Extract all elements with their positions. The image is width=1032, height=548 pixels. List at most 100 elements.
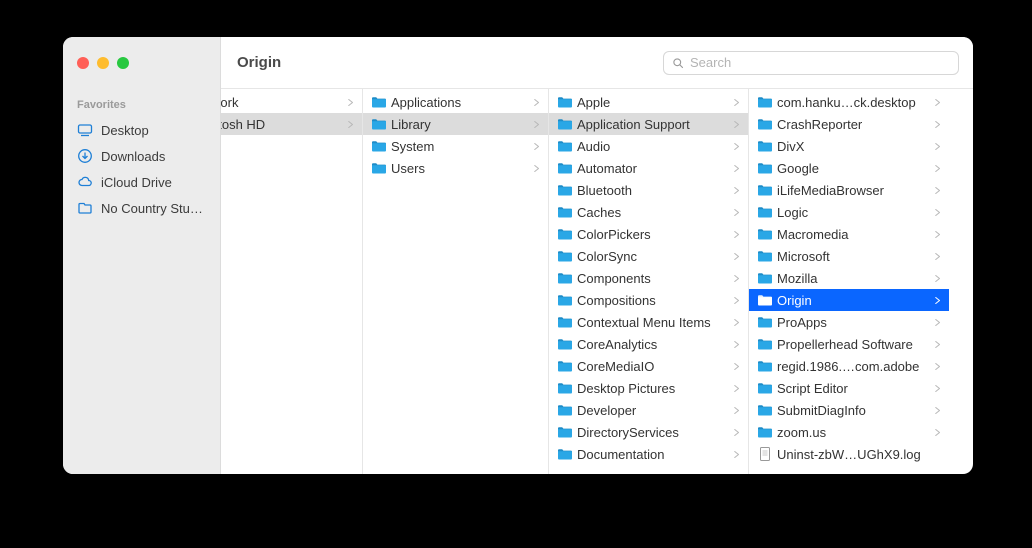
item-label: Users — [391, 161, 528, 176]
item-automator[interactable]: Automator — [549, 157, 748, 179]
item-zoom-us[interactable]: zoom.us — [749, 421, 949, 443]
item-apple[interactable]: Apple — [549, 91, 748, 113]
folder-icon — [757, 249, 773, 263]
folder-icon — [757, 139, 773, 153]
chevron-right-icon — [933, 340, 943, 349]
item-origin[interactable]: Origin — [749, 289, 949, 311]
close-button[interactable] — [77, 57, 89, 69]
chevron-right-icon — [933, 186, 943, 195]
folder-icon — [371, 95, 387, 109]
folder-icon — [757, 381, 773, 395]
search-input[interactable] — [690, 55, 950, 70]
item-contextual-menu-items[interactable]: Contextual Menu Items — [549, 311, 748, 333]
item-coremediaio[interactable]: CoreMediaIO — [549, 355, 748, 377]
item-components[interactable]: Components — [549, 267, 748, 289]
item-label: Audio — [577, 139, 728, 154]
item-caches[interactable]: Caches — [549, 201, 748, 223]
item-library[interactable]: Library — [363, 113, 548, 135]
item-label: Microsoft — [777, 249, 929, 264]
chevron-right-icon — [732, 274, 742, 283]
folder-icon — [757, 425, 773, 439]
item-divx[interactable]: DivX — [749, 135, 949, 157]
chevron-right-icon — [732, 142, 742, 151]
search-icon — [672, 57, 684, 69]
search-field[interactable] — [663, 51, 959, 75]
item-documentation[interactable]: Documentation — [549, 443, 748, 465]
sidebar-item-label: iCloud Drive — [101, 175, 172, 190]
folder-icon — [757, 95, 773, 109]
folder-icon — [757, 271, 773, 285]
item-directoryservices[interactable]: DirectoryServices — [549, 421, 748, 443]
item-label: Application Support — [577, 117, 728, 132]
sidebar-item-no-country-studio[interactable]: No Country Studio — [63, 195, 220, 221]
item-label: regid.1986.…com.adobe — [777, 359, 929, 374]
folder-icon — [557, 359, 573, 373]
item-colorpickers[interactable]: ColorPickers — [549, 223, 748, 245]
item-colorsync[interactable]: ColorSync — [549, 245, 748, 267]
item-proapps[interactable]: ProApps — [749, 311, 949, 333]
sidebar-item-desktop[interactable]: Desktop — [63, 117, 220, 143]
chevron-right-icon — [732, 208, 742, 217]
item-propellerhead-software[interactable]: Propellerhead Software — [749, 333, 949, 355]
item-label: Caches — [577, 205, 728, 220]
chevron-right-icon — [933, 252, 943, 261]
chevron-right-icon — [732, 186, 742, 195]
item-label: DirectoryServices — [577, 425, 728, 440]
item-label: ColorSync — [577, 249, 728, 264]
chevron-right-icon — [732, 296, 742, 305]
item-logic[interactable]: Logic — [749, 201, 949, 223]
chevron-right-icon — [732, 450, 742, 459]
chevron-right-icon — [933, 296, 943, 305]
item-bluetooth[interactable]: Bluetooth — [549, 179, 748, 201]
item-label: Desktop Pictures — [577, 381, 728, 396]
item-uninst-log[interactable]: Uninst-zbW…UGhX9.log — [749, 443, 949, 465]
item-microsoft[interactable]: Microsoft — [749, 245, 949, 267]
chevron-right-icon — [933, 384, 943, 393]
item-audio[interactable]: Audio — [549, 135, 748, 157]
item-label: ntosh HD — [221, 117, 342, 132]
item-macromedia[interactable]: Macromedia — [749, 223, 949, 245]
folder-icon — [757, 227, 773, 241]
folder-icon — [557, 139, 573, 153]
item-application-support[interactable]: Application Support — [549, 113, 748, 135]
item-label: ProApps — [777, 315, 929, 330]
item-label: CrashReporter — [777, 117, 929, 132]
item-script-editor[interactable]: Script Editor — [749, 377, 949, 399]
item-coreanalytics[interactable]: CoreAnalytics — [549, 333, 748, 355]
sidebar-item-icloud-drive[interactable]: iCloud Drive — [63, 169, 220, 195]
cloud-icon — [77, 174, 93, 190]
item-mozilla[interactable]: Mozilla — [749, 267, 949, 289]
column-3: com.hanku…ck.desktop CrashReporter DivXGoo… — [749, 89, 949, 474]
item-applications[interactable]: Applications — [363, 91, 548, 113]
minimize-button[interactable] — [97, 57, 109, 69]
item-com-hanku[interactable]: com.hanku…ck.desktop — [749, 91, 949, 113]
chevron-right-icon — [933, 164, 943, 173]
item-system[interactable]: System — [363, 135, 548, 157]
item-label: Propellerhead Software — [777, 337, 929, 352]
item-ilifemediabrowser[interactable]: iLifeMediaBrowser — [749, 179, 949, 201]
item-crashreporter[interactable]: CrashReporter — [749, 113, 949, 135]
chevron-right-icon — [346, 98, 356, 107]
chevron-right-icon — [732, 428, 742, 437]
zoom-button[interactable] — [117, 57, 129, 69]
item-compositions[interactable]: Compositions — [549, 289, 748, 311]
column-1: ApplicationsLibrarySystem Users — [363, 89, 549, 474]
item-macintosh-hd[interactable]: ntosh HD — [221, 113, 362, 135]
item-developer[interactable]: Developer — [549, 399, 748, 421]
folder-icon — [557, 227, 573, 241]
item-desktop-pictures[interactable]: Desktop Pictures — [549, 377, 748, 399]
item-regid-adobe[interactable]: regid.1986.…com.adobe — [749, 355, 949, 377]
item-work[interactable]: work — [221, 91, 362, 113]
folder-icon — [557, 293, 573, 307]
chevron-right-icon — [933, 362, 943, 371]
chevron-right-icon — [933, 98, 943, 107]
item-label: Bluetooth — [577, 183, 728, 198]
item-users[interactable]: Users — [363, 157, 548, 179]
item-google[interactable]: Google — [749, 157, 949, 179]
item-submitdiaginfo[interactable]: SubmitDiagInfo — [749, 399, 949, 421]
sidebar-heading-favorites: Favorites — [63, 99, 220, 117]
item-label: Compositions — [577, 293, 728, 308]
item-label: Macromedia — [777, 227, 929, 242]
sidebar-item-downloads[interactable]: Downloads — [63, 143, 220, 169]
column-2: Apple Application Support Audio Automator Bl… — [549, 89, 749, 474]
